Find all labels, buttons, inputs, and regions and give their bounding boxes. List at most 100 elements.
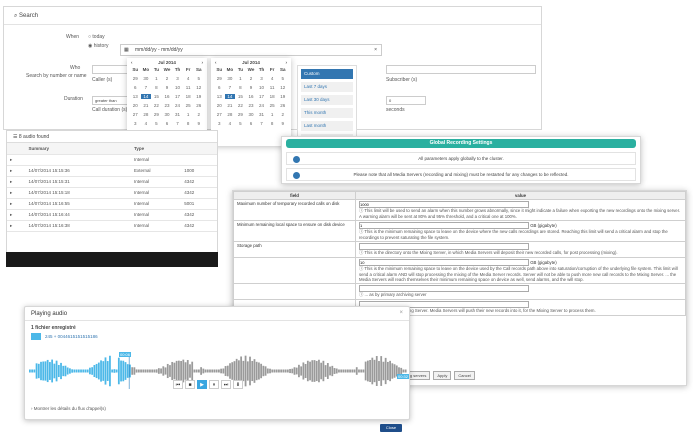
calendar-day[interactable]: 28 [225,112,236,117]
calendar-day[interactable]: 10 [256,85,267,90]
calendar-day[interactable]: 31 [172,112,183,117]
setting-input[interactable] [359,259,529,266]
calendar-day[interactable]: 15 [235,94,246,99]
calendar-day[interactable]: 6 [162,121,173,126]
table-row[interactable]: ▸ 14/07/2014 15:15:31 Internal 4342 [7,176,217,188]
calendar-day[interactable]: 20 [130,103,141,108]
calendar-day[interactable]: 6 [246,121,257,126]
calendar-day[interactable]: 20 [214,103,225,108]
calendar-day[interactable]: 6 [130,85,141,90]
details-link[interactable]: › Montrer les détails du flux d'appel(s) [31,406,106,411]
calendar-day[interactable]: 21 [141,103,152,108]
control-button[interactable]: ⬇ [233,380,243,389]
calendar-right[interactable]: ‹ Jul 2014 › Su Mo Tu We Th Fr Sa 29 30 1 2 3 4 5 6 7 8 9 10… [211,58,291,146]
close-button[interactable]: Close [380,424,402,432]
calendar-day[interactable]: 15 [151,94,162,99]
column-header[interactable] [7,143,26,155]
calendar-day[interactable]: 9 [193,121,204,126]
calendar-day[interactable]: 2 [193,112,204,117]
calendar-day[interactable]: 12 [193,85,204,90]
calendar-day[interactable]: 21 [225,103,236,108]
duration-number[interactable]: 0 [386,96,426,105]
range-option[interactable]: Last 7 days [301,82,353,92]
calendar-day[interactable]: 8 [183,121,194,126]
calendar-day[interactable]: 27 [130,112,141,117]
calendar-day[interactable]: 25 [183,103,194,108]
calendar-day[interactable]: 3 [172,76,183,81]
calendar-day[interactable]: 7 [172,121,183,126]
calendar-day[interactable]: 13 [130,94,141,99]
calendar-day[interactable]: 27 [214,112,225,117]
calendar-day[interactable]: 24 [172,103,183,108]
close-icon[interactable]: × [399,310,403,316]
table-row[interactable]: ▸ Internal [7,154,217,166]
calendar-day[interactable]: 29 [130,76,141,81]
calendar-day[interactable]: 18 [183,94,194,99]
setting-input[interactable] [359,201,529,208]
calendar-day[interactable]: 18 [267,94,278,99]
calendar-day[interactable]: 19 [193,94,204,99]
calendar-day[interactable]: 9 [162,85,173,90]
calendar-day[interactable]: 9 [277,121,288,126]
calendar-day[interactable]: 24 [256,103,267,108]
column-header[interactable] [181,143,217,155]
calendar-day[interactable]: 8 [151,85,162,90]
calendar-day[interactable]: 3 [256,76,267,81]
calendar-day[interactable]: 29 [214,76,225,81]
calendar-day[interactable]: 1 [183,112,194,117]
calendar-day[interactable]: 26 [193,103,204,108]
calendar-day[interactable]: 22 [235,103,246,108]
control-button[interactable]: ⏸ [209,380,219,389]
calendar-day[interactable]: 31 [256,112,267,117]
calendar-day[interactable]: 8 [267,121,278,126]
calendar-day[interactable]: 28 [141,112,152,117]
file-row[interactable]: 245 + 0044615151515186 [31,333,98,340]
calendar-day[interactable]: 14 [140,94,152,99]
calendar-day[interactable]: 4 [225,121,236,126]
calendar-day[interactable]: 7 [225,85,236,90]
radio-today[interactable]: ○ today [88,34,105,40]
table-row[interactable]: ▸ 14/07/2014 15:16:38 Internal 4342 [7,220,217,232]
calendar-day[interactable]: 26 [277,103,288,108]
calendar-day[interactable]: 30 [141,76,152,81]
calendar-day[interactable]: 16 [246,94,257,99]
calendar-day[interactable]: 14 [224,94,236,99]
calendar-day[interactable]: 11 [267,85,278,90]
calendar-day[interactable]: 30 [225,76,236,81]
radio-history[interactable]: ◉ history [88,43,109,49]
settings-action-button[interactable]: Apply [433,371,452,380]
calendar-day[interactable]: 23 [246,103,257,108]
calendar-day[interactable]: 5 [193,76,204,81]
calendar-day[interactable]: 29 [235,112,246,117]
column-header[interactable]: Summary [25,143,131,155]
calendar-day[interactable]: 4 [183,76,194,81]
date-range-input[interactable]: ▦ mm/dd/yy - mm/dd/yy × [120,44,382,56]
setting-input[interactable] [359,222,529,229]
calendar-day[interactable]: 4 [141,121,152,126]
table-row[interactable]: ▸ 14/07/2014 15:16:44 Internal 4342 [7,209,217,221]
calendar-day[interactable]: 29 [151,112,162,117]
calendar-day[interactable]: 5 [235,121,246,126]
setting-input[interactable] [359,285,529,292]
calendar-day[interactable]: 3 [214,121,225,126]
calendar-day[interactable]: 9 [246,85,257,90]
next-month-icon[interactable]: › [201,60,203,65]
calendar-day[interactable]: 10 [172,85,183,90]
calendar-day[interactable]: 17 [256,94,267,99]
range-option[interactable]: Custom [301,69,353,79]
calendar-day[interactable]: 1 [151,76,162,81]
calendar-day[interactable]: 2 [246,76,257,81]
setting-input[interactable] [359,243,529,250]
table-row[interactable]: ▸ 14/07/2014 15:15:18 Internal 4342 [7,187,217,199]
calendar-day[interactable]: 11 [183,85,194,90]
calendar-day[interactable]: 1 [267,112,278,117]
calendar-day[interactable]: 25 [267,103,278,108]
calendar-day[interactable]: 2 [277,112,288,117]
calendar-day[interactable]: 2 [162,76,173,81]
control-button[interactable]: ⏮ [173,380,183,389]
range-option[interactable]: Last month [301,121,353,131]
prev-month-icon[interactable]: ‹ [215,60,217,65]
control-button[interactable]: ■ [185,380,195,389]
calendar-day[interactable]: 6 [214,85,225,90]
prev-month-icon[interactable]: ‹ [131,60,133,65]
